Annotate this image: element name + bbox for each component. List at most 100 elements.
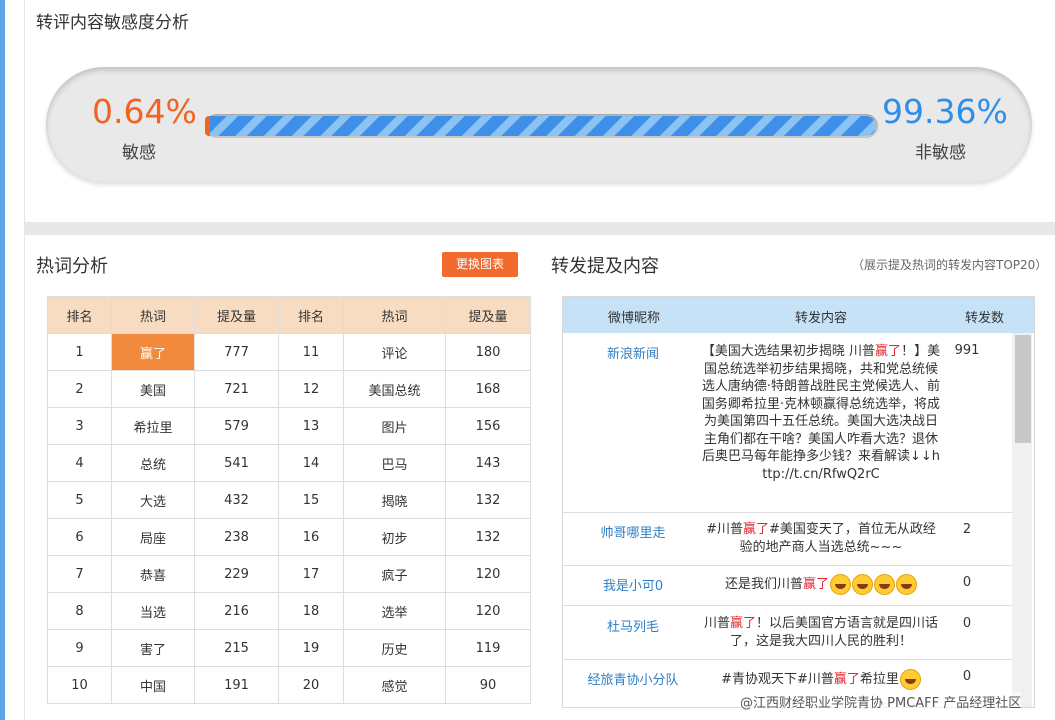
table-row: 7 恭喜 229 17 疯子 120	[47, 555, 531, 593]
switch-chart-button[interactable]: 更换图表	[442, 252, 518, 277]
rank-cell: 7	[47, 555, 112, 593]
table-row: 5 大选 432 15 揭晓 132	[47, 481, 531, 519]
word-cell[interactable]: 当选	[111, 592, 195, 630]
count-cell: 143	[445, 444, 531, 482]
laugh-emoji-icon	[896, 574, 918, 595]
table-row: 帅哥哪里走 #川普赢了#美国变天了，首位无从政经验的地产商人当选总统~~~ 2	[563, 513, 1012, 566]
header-content: 转发内容	[795, 311, 848, 326]
word-cell[interactable]: 评论	[343, 333, 446, 371]
rank-cell: 5	[47, 481, 112, 519]
count-cell: 132	[445, 481, 531, 519]
table-row: 1 赢了 777 11 评论 180	[47, 333, 531, 371]
word-cell[interactable]: 中国	[111, 666, 195, 704]
rank-cell: 10	[47, 666, 112, 704]
rank-cell: 12	[278, 370, 344, 408]
count-cell: 119	[445, 629, 531, 667]
word-cell[interactable]: 图片	[343, 407, 446, 445]
word-cell[interactable]: 揭晓	[343, 481, 446, 519]
repost-content: 【美国大选结果初步揭晓 川普赢了！】美国总统选举初步结果揭晓，共和党总统候选人唐…	[701, 344, 941, 482]
weibo-nickname-link[interactable]: 杜马列毛	[563, 616, 703, 635]
rank-cell: 14	[278, 444, 344, 482]
hotwords-table-header: 排名 热词 提及量 排名 热词 提及量	[47, 296, 531, 334]
count-cell: 216	[194, 592, 279, 630]
hotword-highlight: 赢了	[875, 344, 902, 359]
table-row: 6 局座 238 16 初步 132	[47, 518, 531, 556]
rank-cell: 19	[278, 629, 344, 667]
weibo-nickname-link[interactable]: 帅哥哪里走	[563, 522, 703, 541]
repost-content: 川普赢了！以后美国官方语言就是四川话了，这是我大四川人民的胜利！	[703, 616, 939, 649]
rank-cell: 8	[47, 592, 112, 630]
header-word: 热词	[111, 296, 195, 334]
rank-cell: 16	[278, 518, 344, 556]
rank-cell: 2	[47, 370, 112, 408]
section-divider	[25, 222, 1055, 235]
non-sensitive-percentage: 99.36%	[882, 92, 1008, 131]
sensitive-label: 敏感	[122, 143, 156, 163]
hotword-highlight: 赢了	[803, 577, 830, 592]
word-cell[interactable]: 赢了	[111, 333, 195, 371]
count-cell: 579	[194, 407, 279, 445]
reposts-table: 微博昵称 转发内容 转发数 新浪新闻 【美国大选结果初步揭晓 川普赢了！】美国总…	[562, 296, 1035, 708]
non-sensitive-progress-fill	[210, 116, 876, 136]
count-cell: 120	[445, 592, 531, 630]
repost-count: 0	[962, 669, 972, 684]
rank-cell: 1	[47, 333, 112, 371]
count-cell: 168	[445, 370, 531, 408]
word-cell[interactable]: 选举	[343, 592, 446, 630]
rank-cell: 18	[278, 592, 344, 630]
table-row: 8 当选 216 18 选举 120	[47, 592, 531, 630]
word-cell[interactable]: 总统	[111, 444, 195, 482]
rank-cell: 3	[47, 407, 112, 445]
non-sensitive-label: 非敏感	[915, 143, 966, 163]
header-nick: 微博昵称	[608, 311, 661, 326]
reposts-table-header: 微博昵称 转发内容 转发数	[563, 297, 1034, 333]
hotwords-table: 排名 热词 提及量 排名 热词 提及量 1 赢了 777 11 评论 180 2 美国 721…	[47, 296, 531, 704]
table-row: 2 美国 721 12 美国总统 168	[47, 370, 531, 408]
count-cell: 90	[445, 666, 531, 704]
repost-content: 还是我们川普赢了	[701, 574, 941, 595]
rank-cell: 13	[278, 407, 344, 445]
table-row: 杜马列毛 川普赢了！以后美国官方语言就是四川话了，这是我大四川人民的胜利！ 0	[563, 606, 1012, 660]
table-row: 我是小可0 还是我们川普赢了 0	[563, 566, 1012, 606]
rank-cell: 9	[47, 629, 112, 667]
weibo-nickname-link[interactable]: 新浪新闻	[563, 343, 703, 362]
hotword-highlight: 赢了	[833, 672, 860, 687]
word-cell[interactable]: 希拉里	[111, 407, 195, 445]
count-cell: 156	[445, 407, 531, 445]
repost-content: #川普赢了#美国变天了，首位无从政经验的地产商人当选总统~~~	[706, 522, 936, 555]
left-border-line	[24, 0, 25, 720]
weibo-nickname-link[interactable]: 经旅青协小分队	[563, 669, 703, 688]
laugh-emoji-icon	[899, 669, 921, 690]
repost-count: 991	[954, 343, 980, 358]
hotwords-section-title: 热词分析	[36, 256, 108, 277]
sensitive-percentage: 0.64%	[92, 92, 197, 131]
word-cell[interactable]: 害了	[111, 629, 195, 667]
word-cell[interactable]: 美国	[111, 370, 195, 408]
count-cell: 432	[194, 481, 279, 519]
laugh-emoji-icon	[852, 574, 874, 595]
count-cell: 215	[194, 629, 279, 667]
rank-cell: 17	[278, 555, 344, 593]
word-cell[interactable]: 局座	[111, 518, 195, 556]
count-cell: 541	[194, 444, 279, 482]
sensitivity-section-title: 转评内容敏感度分析	[36, 13, 189, 33]
header-repost-count: 转发数	[965, 311, 1005, 326]
weibo-nickname-link[interactable]: 我是小可0	[563, 575, 703, 594]
scrollbar-thumb[interactable]	[1015, 335, 1031, 443]
count-cell: 120	[445, 555, 531, 593]
rank-cell: 6	[47, 518, 112, 556]
word-cell[interactable]: 疯子	[343, 555, 446, 593]
word-cell[interactable]: 巴马	[343, 444, 446, 482]
left-accent-bar	[0, 0, 5, 720]
count-cell: 229	[194, 555, 279, 593]
hotword-highlight: 赢了	[729, 616, 756, 631]
word-cell[interactable]: 感觉	[343, 666, 446, 704]
count-cell: 777	[194, 333, 279, 371]
repost-content: #青协观天下#川普赢了希拉里	[701, 669, 941, 690]
table-row: 新浪新闻 【美国大选结果初步揭晓 川普赢了！】美国总统选举初步结果揭晓，共和党总…	[563, 333, 1012, 513]
word-cell[interactable]: 历史	[343, 629, 446, 667]
word-cell[interactable]: 恭喜	[111, 555, 195, 593]
word-cell[interactable]: 初步	[343, 518, 446, 556]
word-cell[interactable]: 大选	[111, 481, 195, 519]
word-cell[interactable]: 美国总统	[343, 370, 446, 408]
